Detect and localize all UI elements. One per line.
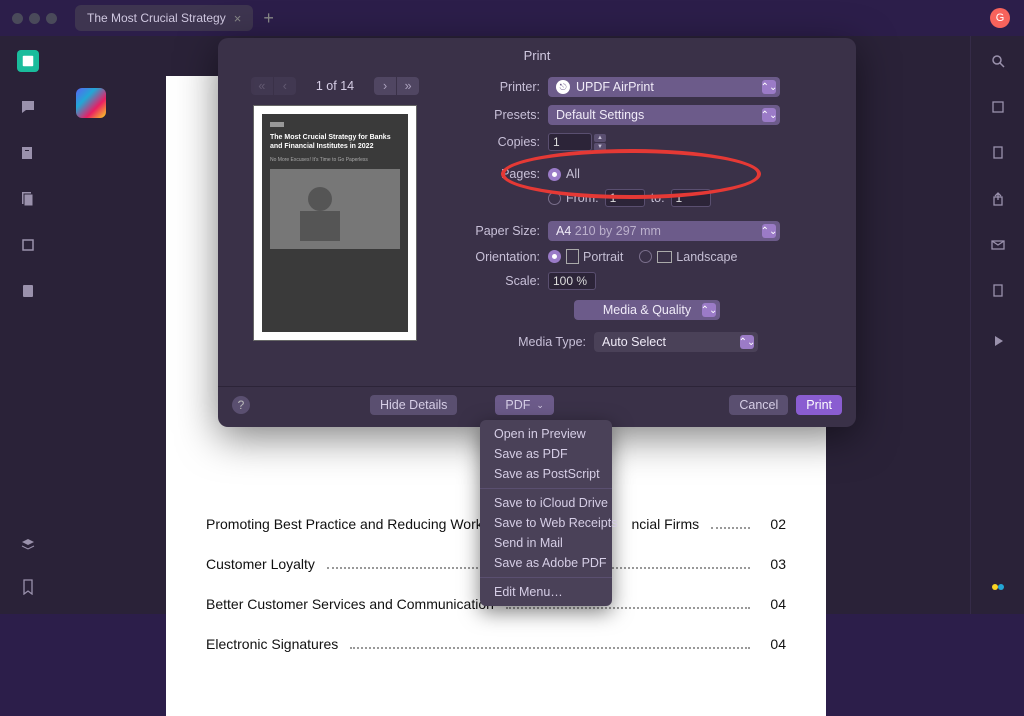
papersize-label: Paper Size: — [456, 224, 548, 238]
copies-input[interactable] — [548, 133, 592, 151]
close-dot[interactable] — [12, 13, 23, 24]
mediatype-select[interactable]: Auto Select⌃⌄ — [594, 332, 758, 352]
window-controls[interactable] — [12, 13, 57, 24]
pages-all-radio[interactable] — [548, 168, 561, 181]
to-label: to: — [651, 191, 665, 205]
layers-icon[interactable] — [17, 534, 39, 556]
print-dialog: Print « ‹ 1 of 14 › » The Most Crucial S… — [218, 38, 856, 427]
pages-from-input[interactable] — [605, 189, 645, 207]
page-counter: 1 of 14 — [316, 79, 354, 93]
page-preview-thumbnail: The Most Crucial Strategy for Banks and … — [253, 105, 417, 341]
menu-save-as-pdf[interactable]: Save as PDF — [480, 444, 612, 464]
last-page-button[interactable]: » — [397, 77, 419, 95]
close-tab-icon[interactable]: × — [234, 11, 242, 26]
from-label: From: — [566, 191, 599, 205]
convert-icon[interactable] — [987, 142, 1009, 164]
menu-send-mail[interactable]: Send in Mail — [480, 533, 612, 553]
orientation-label: Orientation: — [456, 250, 548, 264]
prev-page-button[interactable]: ‹ — [274, 77, 296, 95]
email-icon[interactable] — [987, 234, 1009, 256]
landscape-icon — [657, 251, 672, 263]
copies-label: Copies: — [456, 135, 548, 149]
user-avatar[interactable]: G — [990, 8, 1010, 28]
presets-select[interactable]: Default Settings⌃⌄ — [548, 105, 780, 125]
zoom-dot[interactable] — [46, 13, 57, 24]
help-button[interactable]: ? — [232, 396, 250, 414]
bookmark-rail-icon[interactable] — [17, 576, 39, 598]
printer-label: Printer: — [456, 80, 548, 94]
scale-input[interactable] — [548, 272, 596, 290]
toc-row: Electronic Signatures 04 — [206, 636, 786, 652]
papersize-select[interactable]: A4 210 by 297 mm⌃⌄ — [548, 221, 780, 241]
next-page-button[interactable]: › — [374, 77, 396, 95]
protect-tool-icon[interactable] — [17, 280, 39, 302]
app-logo-icon — [76, 88, 106, 118]
pages-range-radio[interactable] — [548, 192, 561, 205]
portrait-icon — [566, 249, 579, 264]
feedback-icon[interactable] — [987, 576, 1009, 598]
menu-edit-menu[interactable]: Edit Menu… — [480, 582, 612, 602]
menu-save-icloud[interactable]: Save to iCloud Drive — [480, 493, 612, 513]
ocr-icon[interactable] — [987, 96, 1009, 118]
crop-tool-icon[interactable] — [17, 234, 39, 256]
edit-tool-icon[interactable] — [17, 142, 39, 164]
comment-tool-icon[interactable] — [17, 96, 39, 118]
play-icon[interactable] — [987, 330, 1009, 352]
pages-label: Pages: — [456, 167, 548, 181]
reader-mode-icon[interactable] — [17, 50, 39, 72]
new-tab-button[interactable]: + — [263, 8, 274, 29]
pages-all-label: All — [566, 167, 580, 181]
cancel-button[interactable]: Cancel — [729, 395, 788, 415]
menu-save-postscript[interactable]: Save as PostScript — [480, 464, 612, 484]
search-icon[interactable] — [987, 50, 1009, 72]
landscape-radio[interactable] — [639, 250, 652, 263]
minimize-dot[interactable] — [29, 13, 40, 24]
document-tab[interactable]: The Most Crucial Strategy × — [75, 5, 253, 31]
section-select[interactable]: Media & Quality⌃⌄ — [574, 300, 720, 320]
mediatype-label: Media Type: — [456, 335, 594, 349]
menu-open-preview[interactable]: Open in Preview — [480, 424, 612, 444]
pages-to-input[interactable] — [671, 189, 711, 207]
first-page-button[interactable]: « — [251, 77, 273, 95]
portrait-radio[interactable] — [548, 250, 561, 263]
pdf-dropdown-menu: Open in Preview Save as PDF Save as Post… — [480, 420, 612, 606]
scale-label: Scale: — [456, 274, 548, 288]
presets-label: Presets: — [456, 108, 548, 122]
pdf-dropdown-button[interactable]: PDF⌄ — [495, 395, 554, 415]
printer-select[interactable]: ⎋ UPDF AirPrint⌃⌄ — [548, 77, 780, 97]
print-rail-icon[interactable] — [987, 280, 1009, 302]
page-tool-icon[interactable] — [17, 188, 39, 210]
hide-details-button[interactable]: Hide Details — [370, 395, 457, 415]
dialog-title: Print — [218, 38, 856, 69]
print-button[interactable]: Print — [796, 395, 842, 415]
share-icon[interactable] — [987, 188, 1009, 210]
menu-save-web-receipts[interactable]: Save to Web Receipts — [480, 513, 612, 533]
copies-stepper[interactable]: ▲▼ — [594, 133, 606, 151]
chevron-down-icon: ⌄ — [536, 400, 544, 411]
tab-title: The Most Crucial Strategy — [87, 11, 226, 25]
menu-save-adobe-pdf[interactable]: Save as Adobe PDF — [480, 553, 612, 573]
